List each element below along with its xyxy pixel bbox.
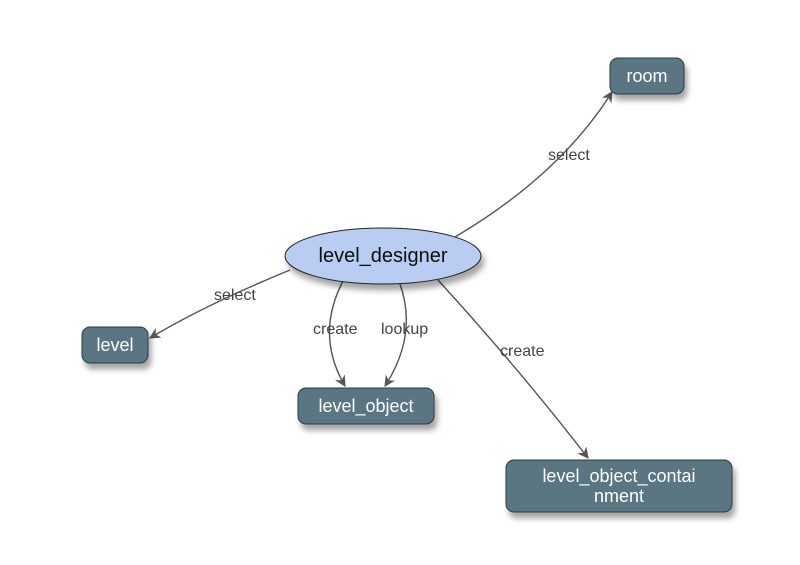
node-level[interactable]: level — [82, 327, 148, 363]
node-label-line: nment — [594, 486, 644, 506]
edge-create-4: create — [438, 280, 588, 458]
edge-path — [150, 270, 290, 338]
node-level_object_containment[interactable]: level_object_containment — [506, 460, 732, 512]
edge-select-0: select — [455, 92, 612, 237]
edge-label: select — [214, 287, 256, 304]
edge-label: create — [500, 343, 545, 360]
diagram-canvas: select select create lookup create level_des… — [0, 0, 800, 565]
edge-create-2: create — [313, 281, 358, 386]
node-level_object[interactable]: level_object — [298, 388, 434, 424]
node-label-line: level_object_contai — [542, 466, 695, 487]
edge-label: create — [313, 321, 358, 338]
edge-label: select — [548, 147, 590, 164]
node-label: level_designer — [319, 245, 448, 267]
node-level_designer[interactable]: level_designer — [285, 228, 481, 284]
node-label: level_object — [318, 396, 413, 417]
edge-path — [438, 280, 588, 458]
edge-path — [455, 92, 612, 237]
node-label: room — [626, 66, 667, 86]
edge-label: lookup — [381, 321, 428, 338]
node-label: level — [96, 335, 133, 355]
edge-lookup-3: lookup — [381, 284, 428, 386]
edge-select-1: select — [150, 270, 290, 338]
node-room[interactable]: room — [610, 58, 684, 94]
